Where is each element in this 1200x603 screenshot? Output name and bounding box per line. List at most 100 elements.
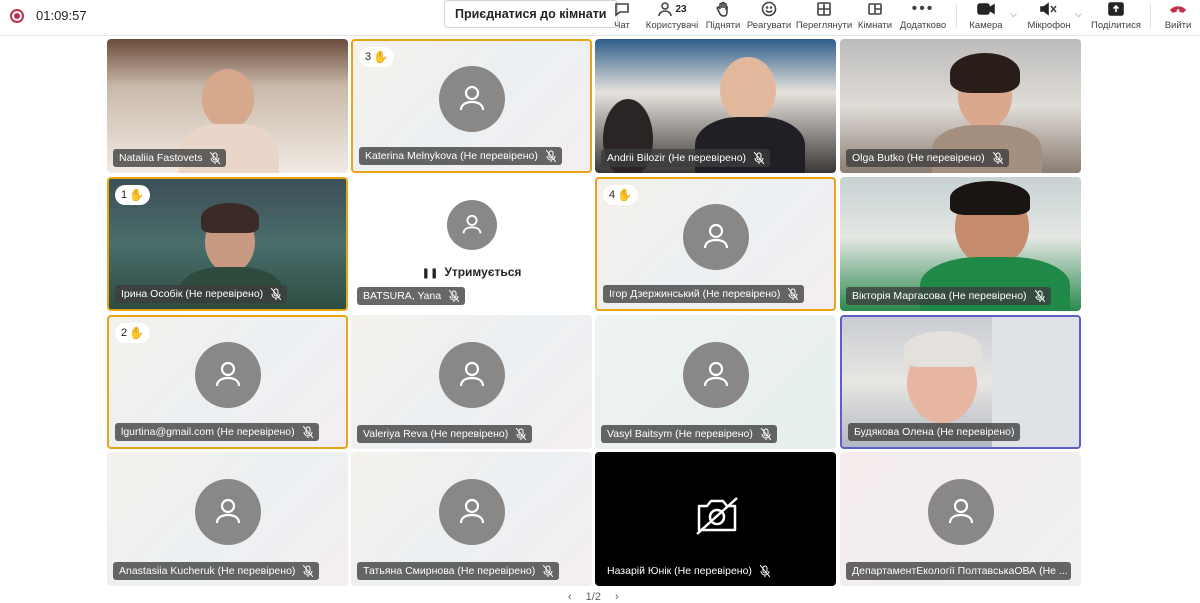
- participant-name-label: Anastasiia Kucheruk (Не перевірено): [113, 562, 320, 580]
- people-icon: 23: [657, 1, 687, 17]
- join-room-button[interactable]: Приєднатися до кімнати: [444, 0, 618, 28]
- mic-off-icon: [754, 152, 765, 164]
- rooms-button[interactable]: Кімнати: [856, 0, 894, 34]
- participant-tile[interactable]: Olga Butko (Не перевірено): [840, 39, 1081, 173]
- microphone-button[interactable]: Мікрофон: [1026, 0, 1072, 34]
- grid-view-icon: [816, 1, 832, 17]
- pause-icon: ❚❚: [421, 268, 439, 279]
- participant-tile[interactable]: Anastasiia Kucheruk (Не перевірено): [107, 452, 348, 586]
- mic-off-icon: [271, 288, 282, 300]
- meeting-toolbar: 01:09:57 Приєднатися до кімнати Чат 23 К…: [0, 0, 1200, 36]
- person-icon: [215, 498, 240, 524]
- person-icon: [459, 85, 484, 111]
- people-count: 23: [675, 3, 687, 15]
- participant-tile[interactable]: Nataliia Fastovets: [107, 39, 348, 173]
- avatar: [682, 204, 749, 270]
- avatar: [446, 200, 497, 250]
- previous-page-chevron-icon[interactable]: ‹: [568, 591, 572, 603]
- mic-off-icon: [1034, 290, 1045, 302]
- on-hold-status: ❚❚ Утримується: [421, 265, 522, 279]
- camera-button[interactable]: Камера: [966, 0, 1006, 34]
- people-button[interactable]: 23 Користувачі: [646, 0, 698, 34]
- leave-button[interactable]: Вийти: [1162, 0, 1194, 34]
- mic-off-icon: [210, 152, 221, 164]
- raised-hand-badge: 3 ✋: [359, 47, 395, 67]
- mic-off-icon: [516, 428, 527, 440]
- gallery-pager: ‹ 1/2 ›: [568, 591, 619, 603]
- raised-hand-badge: 2 ✋: [115, 323, 151, 343]
- person-icon: [703, 223, 728, 249]
- participant-name-label: Ігор Дзержинський (Не перевірено): [603, 285, 805, 303]
- mic-off-icon: [992, 152, 1003, 164]
- participant-name-label: Valeriya Reva (Не перевірено): [357, 425, 533, 443]
- mic-off-icon: [303, 565, 314, 577]
- participant-name-label: Katerina Melnykova (Не перевірено): [359, 147, 562, 165]
- more-icon: •••: [911, 0, 935, 17]
- avatar: [438, 66, 505, 132]
- rooms-icon: [867, 1, 883, 17]
- mic-off-icon: [788, 288, 799, 300]
- view-button[interactable]: Переглянути: [796, 0, 852, 34]
- participant-name-label: Vasyl Baitsym (Не перевірено): [601, 425, 777, 443]
- participant-tile[interactable]: 4 ✋ Ігор Дзержинський (Не перевірено): [595, 177, 836, 311]
- participant-tile[interactable]: ДепартаментЕкології ПолтавськаОВА (Не ..…: [840, 452, 1081, 586]
- participant-tile[interactable]: ❚❚ Утримується BATSURA, Yana: [351, 177, 592, 311]
- person-icon: [215, 361, 240, 387]
- camera-icon: [977, 1, 995, 17]
- participant-tile[interactable]: 3 ✋ Katerina Melnykova (Не перевірено): [351, 39, 592, 173]
- microphone-options-chevron-icon[interactable]: ⌵: [1075, 9, 1082, 20]
- raised-hand-badge: 4 ✋: [603, 185, 639, 205]
- hand-icon: ✋: [617, 188, 633, 202]
- avatar: [194, 479, 261, 545]
- participant-name-label: Ірина Особік (Не перевірено): [115, 285, 288, 303]
- next-page-chevron-icon[interactable]: ›: [615, 591, 619, 603]
- participant-tile[interactable]: Valeriya Reva (Не перевірено): [351, 315, 592, 449]
- page-indicator: 1/2: [585, 591, 601, 603]
- raise-hand-button[interactable]: Підняти: [704, 0, 742, 34]
- hand-icon: ✋: [373, 50, 389, 64]
- avatar: [438, 342, 505, 408]
- avatar: [194, 342, 261, 408]
- react-button[interactable]: Реагувати: [746, 0, 792, 34]
- participant-tile[interactable]: Будякова Олена (Не перевірено): [840, 315, 1081, 449]
- meeting-timer: 01:09:57: [36, 8, 87, 23]
- mic-off-icon: [543, 565, 554, 577]
- participant-name-label: Olga Butko (Не перевірено): [846, 149, 1009, 167]
- toolbar-divider: [956, 4, 957, 28]
- participant-name-label: Будякова Олена (Не перевірено): [848, 423, 1021, 441]
- participant-name-label: Назарій Юнік (Не перевірено): [601, 562, 776, 580]
- person-icon: [459, 361, 484, 387]
- participant-tile[interactable]: Вікторія Маргасова (Не перевірено): [840, 177, 1081, 311]
- smile-icon: [761, 1, 777, 17]
- participant-tile[interactable]: Vasyl Baitsym (Не перевірено): [595, 315, 836, 449]
- chat-icon: [614, 1, 630, 17]
- participant-tile[interactable]: Andrii Bilozir (Не перевірено): [595, 39, 836, 173]
- share-button[interactable]: Поділитися: [1090, 0, 1142, 34]
- participant-name-label: BATSURA, Yana: [357, 287, 466, 305]
- hand-icon: [715, 1, 731, 17]
- person-icon: [462, 214, 481, 234]
- person-icon: [703, 361, 728, 387]
- camera-off-icon: [696, 497, 738, 535]
- participant-name-label: Nataliia Fastovets: [113, 149, 227, 167]
- participant-tile[interactable]: Назарій Юнік (Не перевірено): [595, 452, 836, 586]
- mic-off-icon: [759, 565, 770, 577]
- participant-video: [202, 69, 254, 129]
- participant-video: [720, 57, 776, 123]
- person-icon: [459, 498, 484, 524]
- share-icon: [1108, 1, 1124, 17]
- avatar: [438, 479, 505, 545]
- participant-tile[interactable]: 2 ✋ lgurtina@gmail.com (Не перевірено): [107, 315, 348, 449]
- participant-tile[interactable]: Татьяна Смирнова (Не перевірено): [351, 452, 592, 586]
- chat-button[interactable]: Чат: [608, 0, 636, 34]
- participant-name-label: Вікторія Маргасова (Не перевірено): [846, 287, 1051, 305]
- more-button[interactable]: ••• Додатково: [898, 0, 948, 34]
- participant-name-label: Andrii Bilozir (Не перевірено): [601, 149, 771, 167]
- mic-off-icon: [760, 428, 771, 440]
- camera-options-chevron-icon[interactable]: ⌵: [1010, 9, 1017, 20]
- hand-icon: ✋: [129, 326, 145, 340]
- recording-icon: [10, 8, 24, 23]
- toolbar-divider: [1150, 4, 1151, 28]
- participant-tile[interactable]: 1 ✋ Ірина Особік (Не перевірено): [107, 177, 348, 311]
- participant-video: [904, 331, 982, 367]
